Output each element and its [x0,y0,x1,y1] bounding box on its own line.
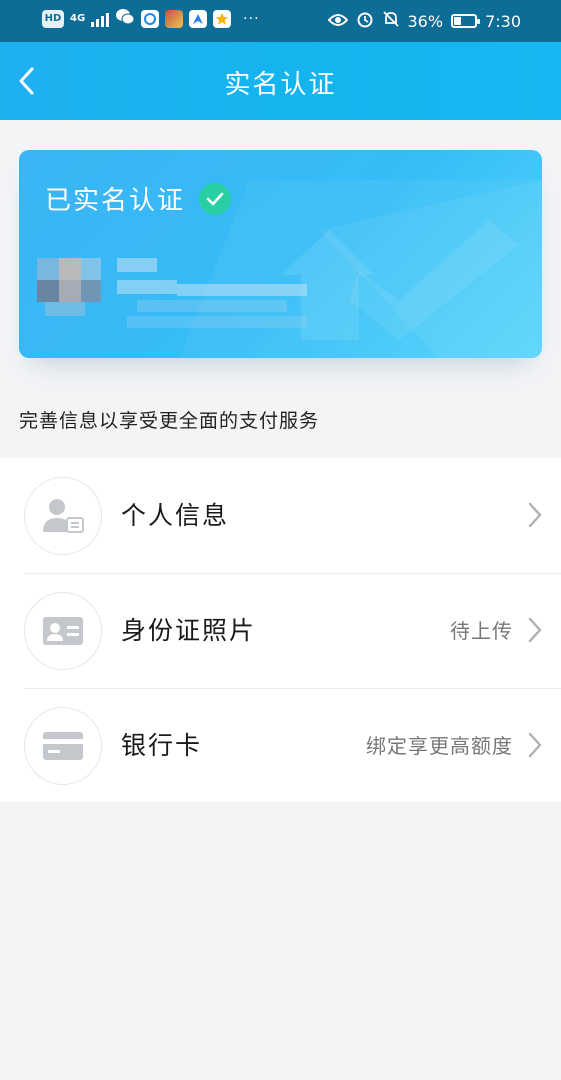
list-item-id-card-photo[interactable]: 身份证照片 待上传 [0,573,561,688]
status-bar-left: HD 4G ··· [42,8,260,29]
battery-percent: 36% [407,11,444,31]
page-title: 实名认证 [224,70,337,100]
verification-card: 已实名认证 [19,150,542,358]
battery-icon [451,14,481,28]
item-status: 待上传 [450,619,513,643]
app-icon-map [189,9,208,28]
chevron-right-icon [528,732,542,758]
status-bar: HD 4G ··· 36% 7:30 [0,0,561,42]
bank-card-icon [24,707,102,785]
app-icon-game [165,9,184,28]
app-icon-browser [141,9,160,28]
chevron-right-icon [528,617,542,643]
clock-time: 7:30 [485,11,521,31]
verification-items-list: 个人信息 身份证照片 待上传 银行卡 绑定享更高额度 [0,458,561,802]
info-subtitle: 完善信息以享受更全面的支付服务 [19,410,320,432]
item-label: 个人信息 [121,501,230,530]
hd-indicator: HD [42,9,64,28]
verified-status: 已实名认证 [45,180,232,217]
masked-user-info [37,258,307,328]
alarm-icon [356,10,374,32]
status-bar-right: 36% 7:30 [327,10,521,32]
verified-label: 已实名认证 [45,186,186,216]
chevron-right-icon [528,502,542,528]
item-label: 身份证照片 [121,616,257,645]
nav-bar: 实名认证 [0,42,561,120]
eye-icon [327,12,348,31]
app-icon-star [213,9,232,28]
battery-level-fill [454,17,462,25]
mute-bell-icon [382,10,400,32]
list-item-personal-info[interactable]: 个人信息 [0,458,561,573]
more-notifications-indicator: ··· [243,10,260,27]
check-circle-icon [199,182,232,215]
signal-icon [91,11,110,27]
network-type-indicator: 4G [70,13,86,24]
item-label: 银行卡 [121,731,203,760]
user-profile-icon [24,477,102,555]
id-card-icon [24,592,102,670]
wechat-icon [115,8,135,29]
header: HD 4G ··· 36% 7:30 实名认证 [0,0,561,120]
list-item-bank-card[interactable]: 银行卡 绑定享更高额度 [0,688,561,803]
item-status: 绑定享更高额度 [366,734,513,758]
